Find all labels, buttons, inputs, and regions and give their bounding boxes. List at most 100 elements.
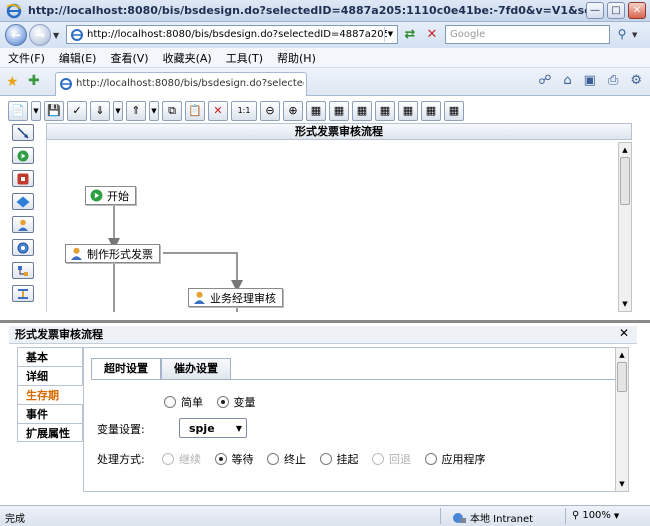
feeds-icon[interactable]: ▣ [584, 73, 596, 88]
scroll-down-icon[interactable]: ▼ [620, 298, 630, 310]
handling-continue-label: 继续 [179, 453, 201, 466]
side-tab-events[interactable]: 事件 [17, 404, 83, 423]
radio-circle[interactable] [267, 453, 279, 465]
handling-suspend-radio[interactable]: 挂起 [319, 451, 359, 467]
validate-icon[interactable]: ✓ [67, 101, 87, 121]
radio-circle-checked[interactable] [214, 453, 227, 465]
radio-circle[interactable] [424, 453, 437, 465]
transition-make-to-review[interactable] [163, 252, 243, 292]
decision-node-tool-icon[interactable] [12, 193, 34, 210]
subprocess-tool-icon[interactable] [12, 262, 34, 279]
chevron-down-icon[interactable]: ▼ [236, 424, 242, 433]
zoom-in-icon[interactable]: ⊕ [283, 101, 303, 121]
paste-icon[interactable]: 📋 [185, 101, 205, 121]
close-window-button[interactable]: ✕ [628, 2, 646, 19]
security-zone[interactable]: 本地 Intranet [452, 510, 533, 525]
tab-reminder-settings[interactable]: 催办设置 [161, 358, 231, 379]
status-bar: 完成 本地 Intranet ⚲ 100% ▼ [0, 505, 650, 526]
zoom-dropdown-icon[interactable]: ▼ [614, 510, 619, 522]
side-tab-detail[interactable]: 详细 [17, 366, 83, 385]
handling-application-radio[interactable]: 应用程序 [424, 451, 486, 467]
align-right-icon[interactable]: ▦ [352, 101, 372, 121]
menu-edit[interactable]: 编辑(E) [59, 50, 97, 66]
tools-gear-icon[interactable]: ⚙ [630, 73, 642, 88]
home-icon[interactable]: ⌂ [563, 73, 571, 88]
import-icon[interactable]: ⇓ [90, 101, 110, 121]
search-dropdown-icon[interactable]: ▼ [632, 31, 637, 39]
menu-file[interactable]: 文件(F) [8, 50, 45, 66]
human-task-tool-icon[interactable] [12, 216, 34, 233]
zoom-control[interactable]: ⚲ 100% ▼ [572, 510, 619, 522]
align-middle-icon[interactable]: ▦ [398, 101, 418, 121]
handling-terminate-radio[interactable]: 终止 [267, 451, 306, 467]
address-dropdown-icon[interactable]: ▼ [384, 27, 396, 42]
menu-tools[interactable]: 工具(T) [226, 50, 263, 66]
add-favorite-icon[interactable]: ✚ [28, 73, 40, 89]
favorites-star-icon[interactable]: ★ [6, 74, 19, 90]
new-icon[interactable]: 📄 [8, 101, 28, 121]
zoom-out-icon[interactable]: ⊖ [260, 101, 280, 121]
properties-scroll-thumb[interactable] [617, 362, 627, 392]
menu-favorites[interactable]: 收藏夹(A) [163, 50, 212, 66]
history-dropdown-icon[interactable]: ▼ [53, 31, 59, 40]
copy-icon[interactable]: ⧉ [162, 101, 182, 121]
radio-circle[interactable] [319, 453, 332, 465]
mode-simple-radio[interactable]: 简单 [164, 394, 203, 410]
mode-variable-radio[interactable]: 变量 [216, 394, 256, 410]
minimize-button[interactable]: — [586, 2, 604, 19]
side-tab-lifecycle[interactable]: 生存期 [17, 385, 83, 404]
export-icon[interactable]: ⇑ [126, 101, 146, 121]
process-canvas[interactable]: 开始 制作形式发票 业务经理审核 [46, 140, 618, 312]
canvas-scroll-thumb[interactable] [620, 157, 630, 205]
search-field[interactable]: Google [445, 25, 610, 44]
align-left-icon[interactable]: ▦ [306, 101, 326, 121]
scroll-up-icon[interactable]: ▲ [617, 349, 627, 361]
properties-scrollbar[interactable]: ▲ ▼ [615, 347, 629, 492]
transition-tool-icon[interactable] [12, 124, 34, 141]
refresh-icon[interactable]: ⇄ [401, 26, 419, 44]
share-icon[interactable]: ☍ [538, 73, 551, 88]
scroll-down-icon[interactable]: ▼ [617, 478, 627, 490]
side-tab-basic[interactable]: 基本 [17, 347, 83, 366]
stop-icon[interactable]: ✕ [423, 26, 441, 44]
start-node-tool-icon[interactable] [12, 147, 34, 164]
sync-node-tool-icon[interactable] [12, 285, 34, 302]
distribute-icon[interactable]: ▦ [444, 101, 464, 121]
print-icon[interactable]: ⎙ [608, 73, 618, 88]
export-dropdown-icon[interactable]: ▼ [149, 101, 159, 121]
close-properties-icon[interactable]: ✕ [619, 326, 629, 340]
align-bottom-icon[interactable]: ▦ [421, 101, 441, 121]
manager-review-node[interactable]: 业务经理审核 [188, 288, 283, 307]
radio-circle[interactable] [164, 396, 176, 408]
search-icon[interactable]: ⚲ [613, 26, 631, 43]
canvas-scrollbar[interactable]: ▲ ▼ [618, 142, 632, 312]
panel-splitter[interactable] [0, 320, 650, 323]
address-field[interactable]: http://localhost:8080/bis/bsdesign.do?se… [66, 25, 398, 44]
start-node[interactable]: 开始 [85, 186, 136, 205]
import-dropdown-icon[interactable]: ▼ [113, 101, 123, 121]
tab-timeout-settings[interactable]: 超时设置 [91, 358, 161, 380]
menu-help[interactable]: 帮助(H) [277, 50, 316, 66]
save-icon[interactable]: 💾 [44, 101, 64, 121]
auto-task-tool-icon[interactable] [12, 239, 34, 256]
handling-wait-radio[interactable]: 等待 [214, 451, 254, 467]
scroll-up-icon[interactable]: ▲ [620, 144, 630, 156]
radio-circle-checked[interactable] [216, 396, 229, 408]
make-invoice-node[interactable]: 制作形式发票 [65, 244, 160, 263]
maximize-button[interactable]: □ [607, 2, 625, 19]
menu-view[interactable]: 查看(V) [110, 50, 148, 66]
forward-button[interactable]: → [29, 24, 51, 46]
end-node-tool-icon[interactable] [12, 170, 34, 187]
delete-icon[interactable]: ✕ [208, 101, 228, 121]
align-top-icon[interactable]: ▦ [375, 101, 395, 121]
address-url[interactable]: http://localhost:8080/bis/bsdesign.do?se… [87, 29, 387, 40]
new-dropdown-icon[interactable]: ▼ [31, 101, 41, 121]
browser-tab[interactable]: http://localhost:8080/bis/bsdesign.do?se… [55, 72, 307, 96]
actual-size-icon[interactable]: 1:1 [231, 101, 257, 121]
back-button[interactable]: ← [5, 24, 27, 46]
radio-circle-disabled [162, 453, 174, 465]
variable-select[interactable]: spje ▼ [179, 418, 247, 438]
side-tab-extended[interactable]: 扩展属性 [17, 423, 83, 442]
variable-select-value: spje [189, 422, 215, 435]
align-center-icon[interactable]: ▦ [329, 101, 349, 121]
